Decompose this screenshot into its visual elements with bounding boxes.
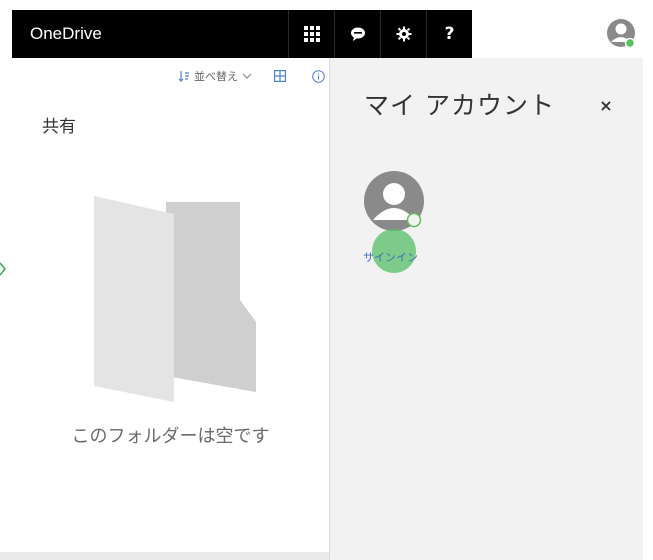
file-list-pane: 並べ替え 共有 このフォルダーは空です [12, 58, 329, 560]
top-bar: OneDrive ? [12, 10, 472, 58]
feedback-button[interactable] [334, 10, 380, 58]
command-toolbar: 並べ替え [12, 58, 329, 94]
page-title: 共有 [42, 117, 76, 137]
help-icon: ? [444, 24, 455, 44]
user-avatar-icon[interactable] [606, 18, 636, 48]
help-button[interactable]: ? [426, 10, 472, 58]
sort-icon [178, 71, 189, 82]
sort-label: 並べ替え [194, 70, 238, 83]
chat-icon [350, 27, 365, 41]
waffle-icon [303, 26, 320, 42]
close-panel-button[interactable]: × [596, 96, 616, 116]
chevron-right-icon [0, 262, 6, 276]
app-title[interactable]: OneDrive [30, 24, 288, 44]
sort-button[interactable]: 並べ替え [178, 68, 252, 84]
settings-button[interactable] [380, 10, 426, 58]
empty-folder-message: このフォルダーは空です [71, 426, 270, 447]
chevron-down-icon [242, 73, 252, 79]
panel-title: マイ アカウント [364, 91, 555, 120]
empty-folder-icon [94, 196, 256, 402]
sign-in-link[interactable]: サインイン [363, 249, 418, 265]
my-account-panel: マイ アカウント × サインイン [329, 58, 645, 560]
app-launcher-button[interactable] [288, 10, 334, 58]
info-icon[interactable] [312, 69, 325, 83]
grid-view-icon[interactable] [274, 70, 286, 82]
account-avatar-icon [364, 171, 424, 231]
gear-icon [396, 26, 411, 42]
window-edge [643, 58, 653, 560]
status-strip [0, 552, 330, 560]
